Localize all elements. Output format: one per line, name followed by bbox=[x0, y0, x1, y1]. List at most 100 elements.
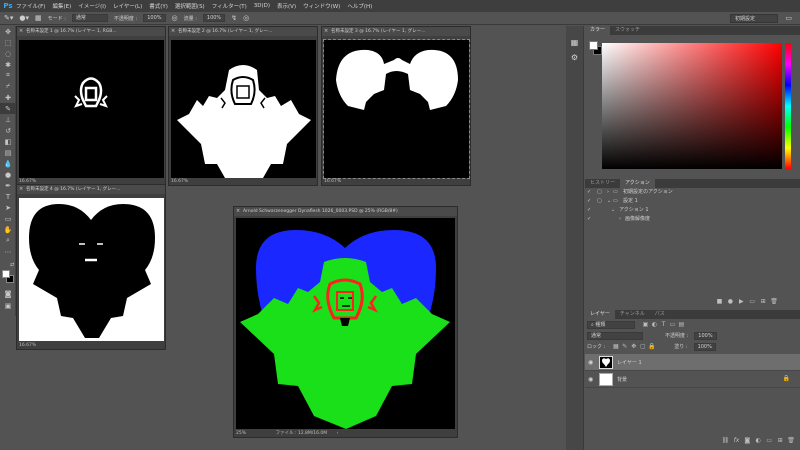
menu-type[interactable]: 書式(Y) bbox=[149, 2, 168, 10]
brush-preset-icon[interactable]: ●▾ bbox=[19, 14, 29, 22]
add-mask-icon[interactable]: ◙ bbox=[743, 437, 752, 445]
layer-opacity-field[interactable]: 100% bbox=[694, 331, 717, 340]
eyedropper-tool-icon[interactable]: ⌿ bbox=[0, 81, 16, 92]
layer-name[interactable]: 背景 bbox=[617, 376, 627, 383]
document-window-main[interactable]: × Arnold Schwarzenegger Dynaflesh 1026_00… bbox=[233, 206, 458, 438]
menu-file[interactable]: ファイル(F) bbox=[16, 2, 45, 10]
new-set-icon[interactable]: ▭ bbox=[748, 298, 757, 306]
pen-tool-icon[interactable]: ✒ bbox=[0, 180, 16, 191]
eye-icon[interactable]: ◉ bbox=[588, 376, 593, 383]
adjustment-filter-icon[interactable]: ◐ bbox=[650, 321, 659, 329]
collapse-icon[interactable]: ⌄ bbox=[607, 197, 611, 206]
type-tool-icon[interactable]: T bbox=[0, 191, 16, 202]
action-row[interactable]: ✓ ⌄ アクション 1 bbox=[585, 206, 800, 215]
document-canvas-3[interactable] bbox=[323, 39, 470, 179]
layer-row[interactable]: ◉ レイヤー 1 bbox=[585, 354, 800, 371]
dodge-tool-icon[interactable]: ● bbox=[0, 169, 16, 180]
zoom-readout[interactable]: 16.67% bbox=[19, 342, 36, 349]
healing-tool-icon[interactable]: ✚ bbox=[0, 92, 16, 103]
type-filter-icon[interactable]: T bbox=[659, 321, 668, 329]
document-tab-3[interactable]: × 名称未設定 3 @ 16.7% (レイヤー 1, グレー... bbox=[322, 27, 470, 36]
close-icon[interactable]: × bbox=[236, 207, 240, 216]
action-set-row[interactable]: ✓ ▢ › ▭ 初期設定のアクション bbox=[585, 188, 800, 197]
zoom-tool-icon[interactable]: ⌕ bbox=[0, 235, 16, 246]
screen-mode-icon[interactable]: ▣ bbox=[0, 300, 16, 311]
document-tab-4[interactable]: × 名称未設定 4 @ 16.7% (レイヤー 1, グレー... bbox=[17, 185, 165, 194]
flow-field[interactable]: 100% bbox=[202, 14, 226, 22]
eraser-tool-icon[interactable]: ◧ bbox=[0, 136, 16, 147]
play-icon[interactable]: ▶ bbox=[737, 298, 746, 306]
lock-transparent-icon[interactable]: ▦ bbox=[611, 343, 620, 351]
document-window-1[interactable]: × 名称未設定 1 @ 16.7% (レイヤー 1, RGB... 16.67% bbox=[16, 26, 166, 186]
expand-icon[interactable]: › bbox=[607, 188, 609, 197]
adjustment-layer-icon[interactable]: ◐ bbox=[754, 437, 763, 445]
path-select-tool-icon[interactable]: ➤ bbox=[0, 202, 16, 213]
panel-fg-swatch[interactable] bbox=[589, 41, 598, 50]
properties-panel-icon[interactable]: ⚙ bbox=[566, 53, 583, 62]
foreground-color-swatch[interactable] bbox=[2, 270, 10, 278]
lock-position-icon[interactable]: ✥ bbox=[629, 343, 638, 351]
tab-channels[interactable]: チャンネル bbox=[615, 310, 650, 319]
filter-kind-select[interactable]: ⌕ 種類 bbox=[587, 320, 635, 329]
zoom-readout[interactable]: 16.67% bbox=[171, 178, 188, 185]
new-group-icon[interactable]: ▭ bbox=[765, 437, 774, 445]
document-canvas-4[interactable] bbox=[19, 198, 164, 341]
smart-filter-icon[interactable]: ▤ bbox=[677, 321, 686, 329]
menu-layer[interactable]: レイヤー(L) bbox=[113, 2, 142, 10]
menu-edit[interactable]: 編集(E) bbox=[52, 2, 71, 10]
tab-history[interactable]: ヒストリー bbox=[585, 179, 620, 188]
layer-row[interactable]: ◉ 背景 🔒 bbox=[585, 371, 800, 388]
workspace-menu-icon[interactable]: ▭ bbox=[785, 14, 792, 22]
history-brush-tool-icon[interactable]: ↺ bbox=[0, 125, 16, 136]
lasso-tool-icon[interactable]: ◌ bbox=[0, 48, 16, 59]
close-icon[interactable]: × bbox=[171, 27, 175, 36]
delete-layer-icon[interactable]: 🗑 bbox=[787, 437, 796, 445]
marquee-tool-icon[interactable]: ⬚ bbox=[0, 37, 16, 48]
blur-tool-icon[interactable]: 💧 bbox=[0, 158, 16, 169]
link-layers-icon[interactable]: ⛓ bbox=[721, 437, 730, 445]
dialog-toggle-icon[interactable]: ▢ bbox=[597, 197, 602, 206]
mode-select[interactable]: 通常 bbox=[71, 14, 108, 22]
lock-artboard-icon[interactable]: ▢ bbox=[638, 343, 647, 351]
trash-icon[interactable]: 🗑 bbox=[770, 298, 779, 306]
new-action-icon[interactable]: ⊞ bbox=[759, 298, 768, 306]
layer-thumbnail[interactable] bbox=[599, 373, 613, 386]
check-icon[interactable]: ✓ bbox=[587, 215, 591, 224]
document-canvas-2[interactable] bbox=[171, 40, 316, 178]
brush-tool-icon[interactable]: ✎ bbox=[0, 103, 16, 114]
crop-tool-icon[interactable]: ⌗ bbox=[0, 70, 16, 81]
new-layer-icon[interactable]: ⊞ bbox=[776, 437, 785, 445]
color-field[interactable] bbox=[602, 43, 782, 169]
tab-layers[interactable]: レイヤー bbox=[585, 310, 615, 319]
menu-help[interactable]: ヘルプ(H) bbox=[347, 2, 372, 10]
status-arrow-icon[interactable]: › bbox=[337, 431, 339, 436]
check-icon[interactable]: ✓ bbox=[587, 188, 591, 197]
gradient-tool-icon[interactable]: ▤ bbox=[0, 147, 16, 158]
layer-name[interactable]: レイヤー 1 bbox=[617, 359, 642, 366]
action-step-row[interactable]: ✓ › 画像解像度 bbox=[585, 215, 800, 224]
menu-window[interactable]: ウィンドウ(W) bbox=[303, 2, 340, 10]
lock-pixels-icon[interactable]: ✎ bbox=[620, 343, 629, 351]
close-icon[interactable]: × bbox=[19, 27, 23, 36]
menu-image[interactable]: イメージ(I) bbox=[78, 2, 106, 10]
shape-filter-icon[interactable]: ▭ bbox=[668, 321, 677, 329]
document-canvas-main[interactable] bbox=[236, 218, 455, 429]
opacity-field[interactable]: 100% bbox=[143, 14, 166, 22]
document-window-3[interactable]: × 名称未設定 3 @ 16.7% (レイヤー 1, グレー... 16.67% bbox=[321, 26, 471, 186]
quick-select-tool-icon[interactable]: ✱ bbox=[0, 59, 16, 70]
menu-filter[interactable]: フィルター(T) bbox=[212, 2, 247, 10]
more-tools-icon[interactable]: ⋯ bbox=[0, 246, 16, 257]
workspace-select[interactable]: 初期設定 bbox=[730, 14, 778, 23]
eye-icon[interactable]: ◉ bbox=[588, 359, 593, 366]
hand-tool-icon[interactable]: ✋ bbox=[0, 224, 16, 235]
document-window-4[interactable]: × 名称未設定 4 @ 16.7% (レイヤー 1, グレー... 16.67% bbox=[16, 184, 166, 350]
close-icon[interactable]: × bbox=[19, 185, 23, 194]
close-icon[interactable]: × bbox=[324, 27, 328, 36]
document-tab-1[interactable]: × 名称未設定 1 @ 16.7% (レイヤー 1, RGB... bbox=[17, 27, 165, 36]
check-icon[interactable]: ✓ bbox=[587, 197, 591, 206]
airbrush-icon[interactable]: ↯ bbox=[231, 14, 237, 22]
expand-icon[interactable]: › bbox=[619, 215, 621, 224]
brush-panel-icon[interactable]: ▦ bbox=[35, 14, 42, 22]
blend-mode-select[interactable]: 通常 bbox=[587, 331, 643, 340]
zoom-readout[interactable]: 25% bbox=[236, 431, 246, 436]
